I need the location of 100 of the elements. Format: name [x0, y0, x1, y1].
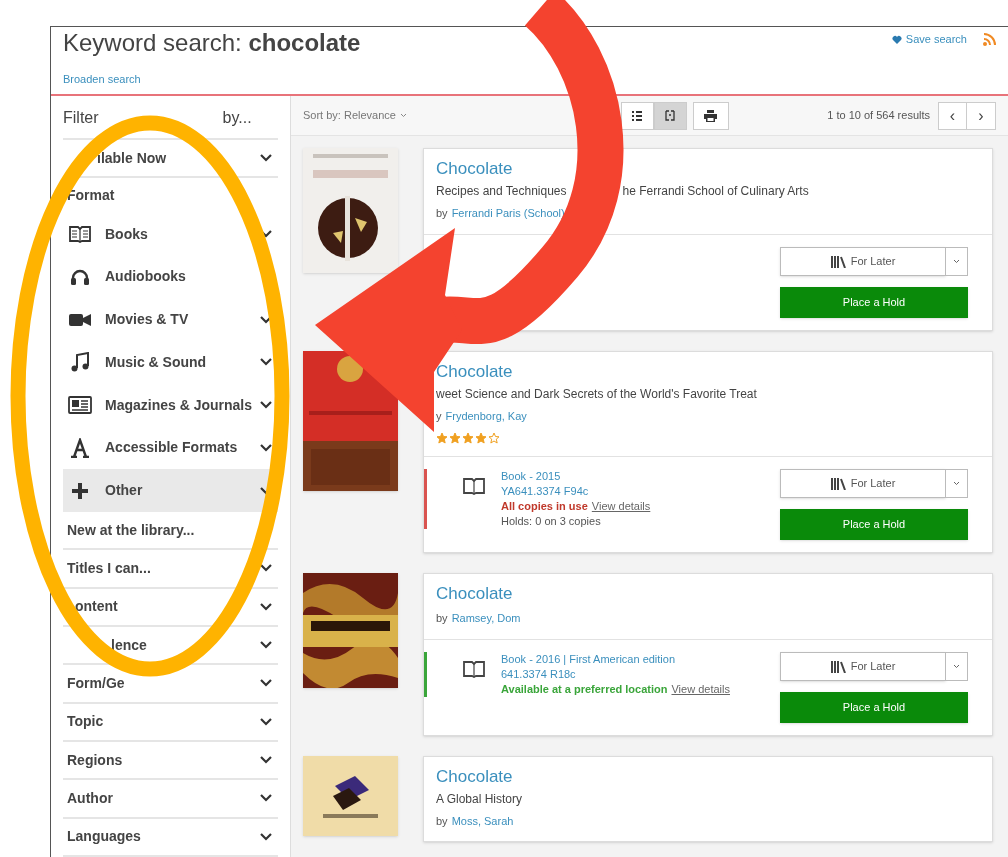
previous-button[interactable]: ‹ [938, 101, 967, 130]
holds-count: Holds: 0 on 3 copies [501, 514, 602, 529]
subtitle: weet Science and Dark Secrets of the World's Favorite Treat [436, 386, 757, 401]
star-icon [436, 432, 448, 444]
by-label: by [436, 206, 448, 221]
author-link[interactable]: Ferrandi Paris (School) [451, 205, 565, 222]
author-link[interactable]: Moss, Sarah [451, 812, 514, 829]
results-count: 1 to 10 of 564 results [827, 108, 930, 124]
view-details-link[interactable]: View details [671, 681, 730, 697]
caret-icon [399, 113, 407, 118]
book-icon [463, 477, 485, 495]
title-link[interactable]: Chocolate [436, 359, 513, 384]
star-icon [449, 432, 461, 444]
filter-label: Titles I can... [67, 558, 151, 578]
next-button[interactable]: › [967, 101, 996, 130]
view-button[interactable] [653, 101, 687, 130]
title-link[interactable]: Chocolate [436, 764, 513, 789]
filter-label: Movies & TV [105, 310, 189, 330]
filter-label: lence [111, 635, 147, 655]
chevron-down-icon [260, 679, 272, 688]
availability-status: All copies in use [501, 499, 588, 514]
title-link[interactable]: Chocolate [436, 157, 513, 181]
format-link[interactable]: Book - 2015 [501, 469, 651, 484]
chevron-down-icon [260, 315, 272, 324]
view-details-link[interactable]: View details [591, 499, 651, 514]
shelf-icon [830, 477, 847, 490]
heart-icon [891, 34, 902, 44]
call-number: YA641.3374 F94c [501, 484, 590, 499]
filter-label: ilable Now [97, 148, 167, 168]
dropdown-button[interactable] [946, 651, 968, 681]
filter-label: New at the library... [67, 520, 195, 540]
filter-heading: by... [222, 108, 252, 128]
subtitle: Recipes and Techniques [436, 183, 567, 200]
by-label: by [436, 813, 448, 829]
star-icon [488, 432, 500, 444]
shelf-icon [830, 254, 847, 268]
format-label: Format [66, 186, 116, 206]
filter-label: Languages [67, 827, 141, 847]
chevron-down-icon [260, 602, 272, 611]
newspaper-icon [68, 396, 92, 415]
book-icon [463, 659, 485, 678]
video-camera-icon [69, 311, 91, 328]
chevron-down-icon [260, 564, 272, 573]
filter-label: Magazines & Journals [105, 395, 253, 415]
filter-label: Other [105, 481, 143, 500]
music-note-icon [71, 352, 89, 373]
chevron-down-icon [260, 154, 272, 163]
compact-view-icon [664, 110, 677, 121]
headphones-icon [70, 267, 90, 286]
filter-label: Books [105, 224, 148, 244]
author-link[interactable]: Frydenborg, Kay [445, 407, 527, 424]
title-link[interactable]: Chocolate [436, 582, 513, 606]
letter-a-icon [70, 437, 90, 458]
book-icon [69, 225, 91, 244]
filter-label: Form/Ge [67, 673, 125, 693]
sort-dropdown[interactable]: Sort by: Relevance [303, 107, 407, 124]
filter-label: ontent [75, 597, 118, 617]
call-number: 641.3374 R18c [501, 666, 577, 682]
star-icon [462, 432, 474, 444]
place-hold-button[interactable]: Place a Hold [780, 286, 968, 318]
filter-label: Regions [67, 750, 123, 770]
dropdown-button[interactable] [946, 469, 968, 498]
filter-label: Topic [67, 712, 104, 732]
shelf-icon [830, 659, 847, 673]
by-label: by [436, 611, 448, 626]
filter-label: Accessible Formats [105, 438, 238, 458]
caret-icon [953, 258, 960, 264]
print-button[interactable] [692, 101, 729, 130]
chevron-down-icon [260, 832, 272, 841]
for-later-button[interactable]: For Later [780, 246, 946, 276]
place-hold-button[interactable]: Place a Hold [780, 509, 968, 540]
filter-label: Music & Sound [105, 352, 207, 372]
chevron-down-icon [260, 401, 272, 410]
author-link[interactable]: Ramsey, Dom [451, 610, 521, 627]
subtitle: A Global History [436, 791, 523, 806]
chevron-down-icon [260, 443, 272, 452]
caret-icon [953, 663, 960, 669]
save-search-link[interactable]: Save search [891, 31, 967, 48]
star-icon [475, 432, 487, 444]
chevron-down-icon [260, 794, 272, 803]
caret-icon [953, 481, 960, 486]
broaden-search-link[interactable]: Broaden search [63, 71, 361, 88]
filter-label: Author [67, 788, 113, 808]
for-later-button[interactable]: For Later [780, 651, 946, 681]
filter-label: Audiobooks [105, 267, 186, 287]
plus-icon [71, 481, 89, 500]
chevron-down-icon [260, 641, 272, 650]
place-hold-button[interactable]: Place a Hold [780, 691, 968, 723]
filter-heading: Filter [63, 108, 99, 128]
chevron-down-icon [260, 717, 272, 726]
list-icon [631, 110, 644, 121]
availability-status: Available at a preferred location [501, 681, 668, 697]
for-later-button[interactable]: For Later [780, 469, 946, 498]
format-link[interactable]: Book - 2016 | First American edition [501, 651, 730, 667]
subtitle: he Ferrandi School of Culinary Arts [622, 183, 809, 200]
dropdown-button[interactable] [946, 246, 968, 276]
chevron-down-icon [260, 756, 272, 765]
rss-icon[interactable] [983, 32, 996, 46]
view-button[interactable] [620, 101, 654, 130]
printer-icon [704, 109, 718, 122]
